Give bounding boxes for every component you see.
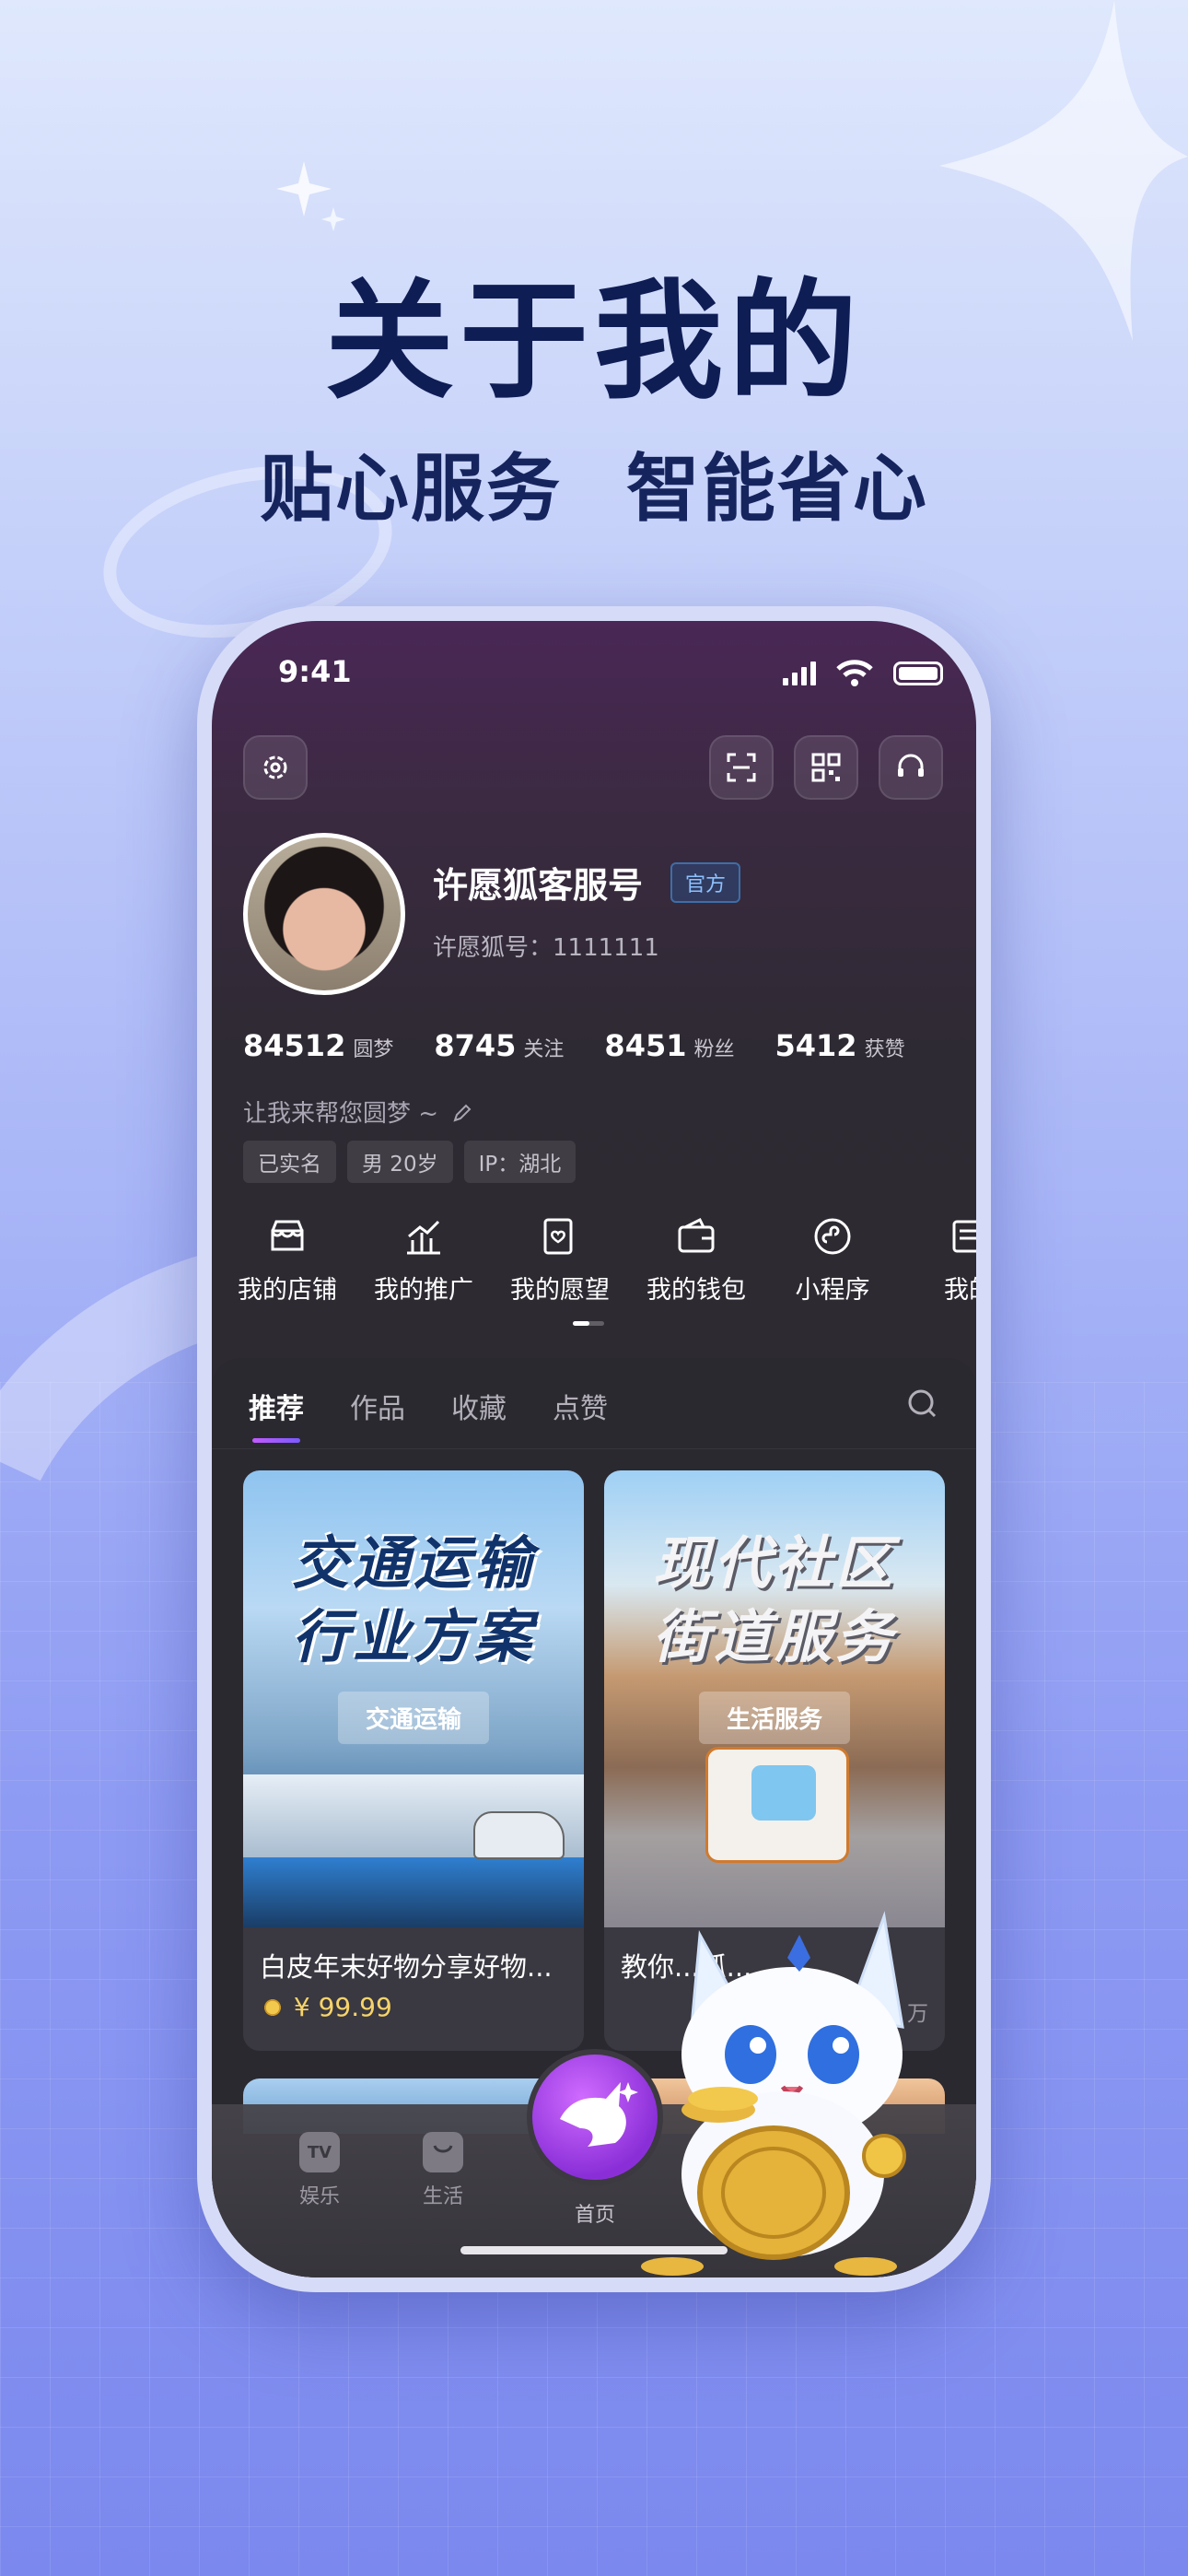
shortcut-promotion[interactable]: 我的推广: [359, 1211, 488, 1306]
card-image-community: 现代社区 街道服务 生活服务: [604, 1470, 945, 1927]
profile-name: 许愿狐客服号: [433, 865, 644, 906]
stat-number: 8745: [434, 1028, 517, 1063]
tab-recommend[interactable]: 推荐: [249, 1386, 304, 1443]
tv-icon: TV: [299, 2132, 340, 2172]
nav-label: 娱乐: [298, 2185, 340, 2208]
qrcode-icon: [811, 753, 841, 782]
stat-label: 粉丝: [693, 1038, 735, 1061]
card-title: 白皮年末好物分享好物...: [260, 1951, 553, 1983]
stat-number: 84512: [243, 1028, 346, 1063]
list-icon: [952, 1220, 976, 1253]
coins-icon: [260, 1997, 285, 2018]
shortcut-store[interactable]: 我的店铺: [223, 1211, 352, 1306]
shortcut-label: 我的推广: [374, 1276, 473, 1305]
profile-id: 许愿狐号：1111111: [433, 934, 659, 962]
official-badge: 官方: [670, 862, 741, 903]
shortcut-wallet[interactable]: 我的钱包: [632, 1211, 761, 1306]
battery-icon: [893, 662, 943, 685]
stat-followers[interactable]: 8451 粉丝: [604, 1028, 734, 1063]
shortcut-scroll-indicator: [573, 1321, 604, 1326]
page-subline: 贴心服务 智能省心: [0, 429, 1188, 536]
nav-label: 生活: [422, 2185, 463, 2208]
qrcode-button[interactable]: [794, 735, 858, 800]
wifi-icon: [836, 660, 873, 686]
stat-label: 获赞: [864, 1038, 905, 1061]
shortcut-label: 我的店铺: [238, 1276, 337, 1305]
tab-favorites[interactable]: 收藏: [451, 1386, 507, 1426]
wallet-icon: [678, 1217, 715, 1253]
stat-likes[interactable]: 5412 获赞: [775, 1028, 905, 1063]
gear-icon: [263, 755, 287, 779]
shortcut-label: 我的愿望: [510, 1276, 610, 1305]
card-image-title-2: 街道服务: [652, 1603, 896, 1670]
signal-icon: [783, 662, 816, 685]
subline-part-2: 智能省心: [625, 446, 928, 532]
store-icon: [271, 1220, 304, 1251]
tab-likes[interactable]: 点赞: [553, 1386, 608, 1426]
stat-dreams[interactable]: 84512 圆梦: [243, 1028, 393, 1063]
content-tabs: 推荐 作品 收藏 点赞: [249, 1386, 608, 1443]
scan-button[interactable]: [709, 735, 774, 800]
shortcut-mine[interactable]: 我的: [904, 1211, 976, 1306]
card-image-badge: 交通运输: [337, 1692, 490, 1744]
shortcut-miniapp[interactable]: 小程序: [768, 1211, 897, 1306]
search-icon[interactable]: [906, 1388, 939, 1421]
nav-entertainment[interactable]: TV 娱乐: [278, 2132, 361, 2209]
shortcut-wish[interactable]: 我的愿望: [495, 1211, 624, 1306]
tag-gender-age: 男 20岁: [347, 1141, 453, 1183]
avatar[interactable]: [243, 833, 405, 995]
customer-service-button[interactable]: [879, 735, 943, 800]
bio-text: 让我来帮您圆梦 ~: [243, 1100, 439, 1128]
stat-number: 8451: [604, 1028, 687, 1063]
headset-icon: [898, 754, 924, 777]
profile-tags: 已实名 男 20岁 IP：湖北: [243, 1141, 577, 1183]
stat-label: 关注: [523, 1038, 565, 1061]
card-price: ¥ 99.99: [260, 1992, 392, 2022]
card-image-title-1: 现代社区: [652, 1529, 896, 1597]
tag-verified: 已实名: [243, 1141, 336, 1183]
shortcut-row: 我的店铺 我的推广 我的愿望 我的钱包 小程序 我的: [212, 1211, 976, 1312]
miniapp-icon: [814, 1218, 851, 1255]
status-time: 9:41: [278, 654, 352, 689]
fox-mascot-illustration: [641, 1911, 906, 2276]
card-image-badge: 生活服务: [698, 1692, 851, 1744]
card-price-value: ¥ 99.99: [293, 1992, 392, 2022]
nav-life[interactable]: 生活: [402, 2132, 484, 2209]
stat-number: 5412: [775, 1028, 857, 1063]
shopping-bag-icon: [423, 2132, 463, 2172]
profile-stats: 84512 圆梦 8745 关注 8451 粉丝 5412 获赞: [243, 1028, 946, 1063]
wish-icon: [543, 1218, 573, 1255]
small-sparkle-icon: [276, 161, 345, 231]
card-image-transport: 交通运输 行业方案 交通运输: [243, 1470, 584, 1927]
tab-works[interactable]: 作品: [350, 1386, 405, 1426]
settings-button[interactable]: [243, 735, 308, 800]
tab-divider: [212, 1448, 976, 1449]
profile-bio[interactable]: 让我来帮您圆梦 ~: [243, 1095, 473, 1129]
subline-part-1: 贴心服务: [260, 446, 563, 532]
content-card[interactable]: 交通运输 行业方案 交通运输 白皮年末好物分享好物... ¥ 99.99: [243, 1470, 584, 2051]
stat-label: 圆梦: [353, 1038, 394, 1061]
status-bar: 9:41: [212, 649, 976, 704]
shortcut-label: 我的钱包: [646, 1276, 746, 1305]
shortcut-label: 小程序: [795, 1276, 870, 1305]
scan-icon: [727, 753, 756, 782]
edit-icon: [453, 1104, 472, 1122]
chart-icon: [407, 1220, 440, 1255]
page-headline: 关于我的: [324, 267, 863, 417]
stat-following[interactable]: 8745 关注: [434, 1028, 564, 1063]
card-image-title-1: 交通运输: [291, 1529, 535, 1597]
shortcut-label: 我的: [944, 1276, 976, 1305]
card-image-title-2: 行业方案: [291, 1603, 535, 1670]
tag-ip: IP：湖北: [463, 1141, 577, 1183]
